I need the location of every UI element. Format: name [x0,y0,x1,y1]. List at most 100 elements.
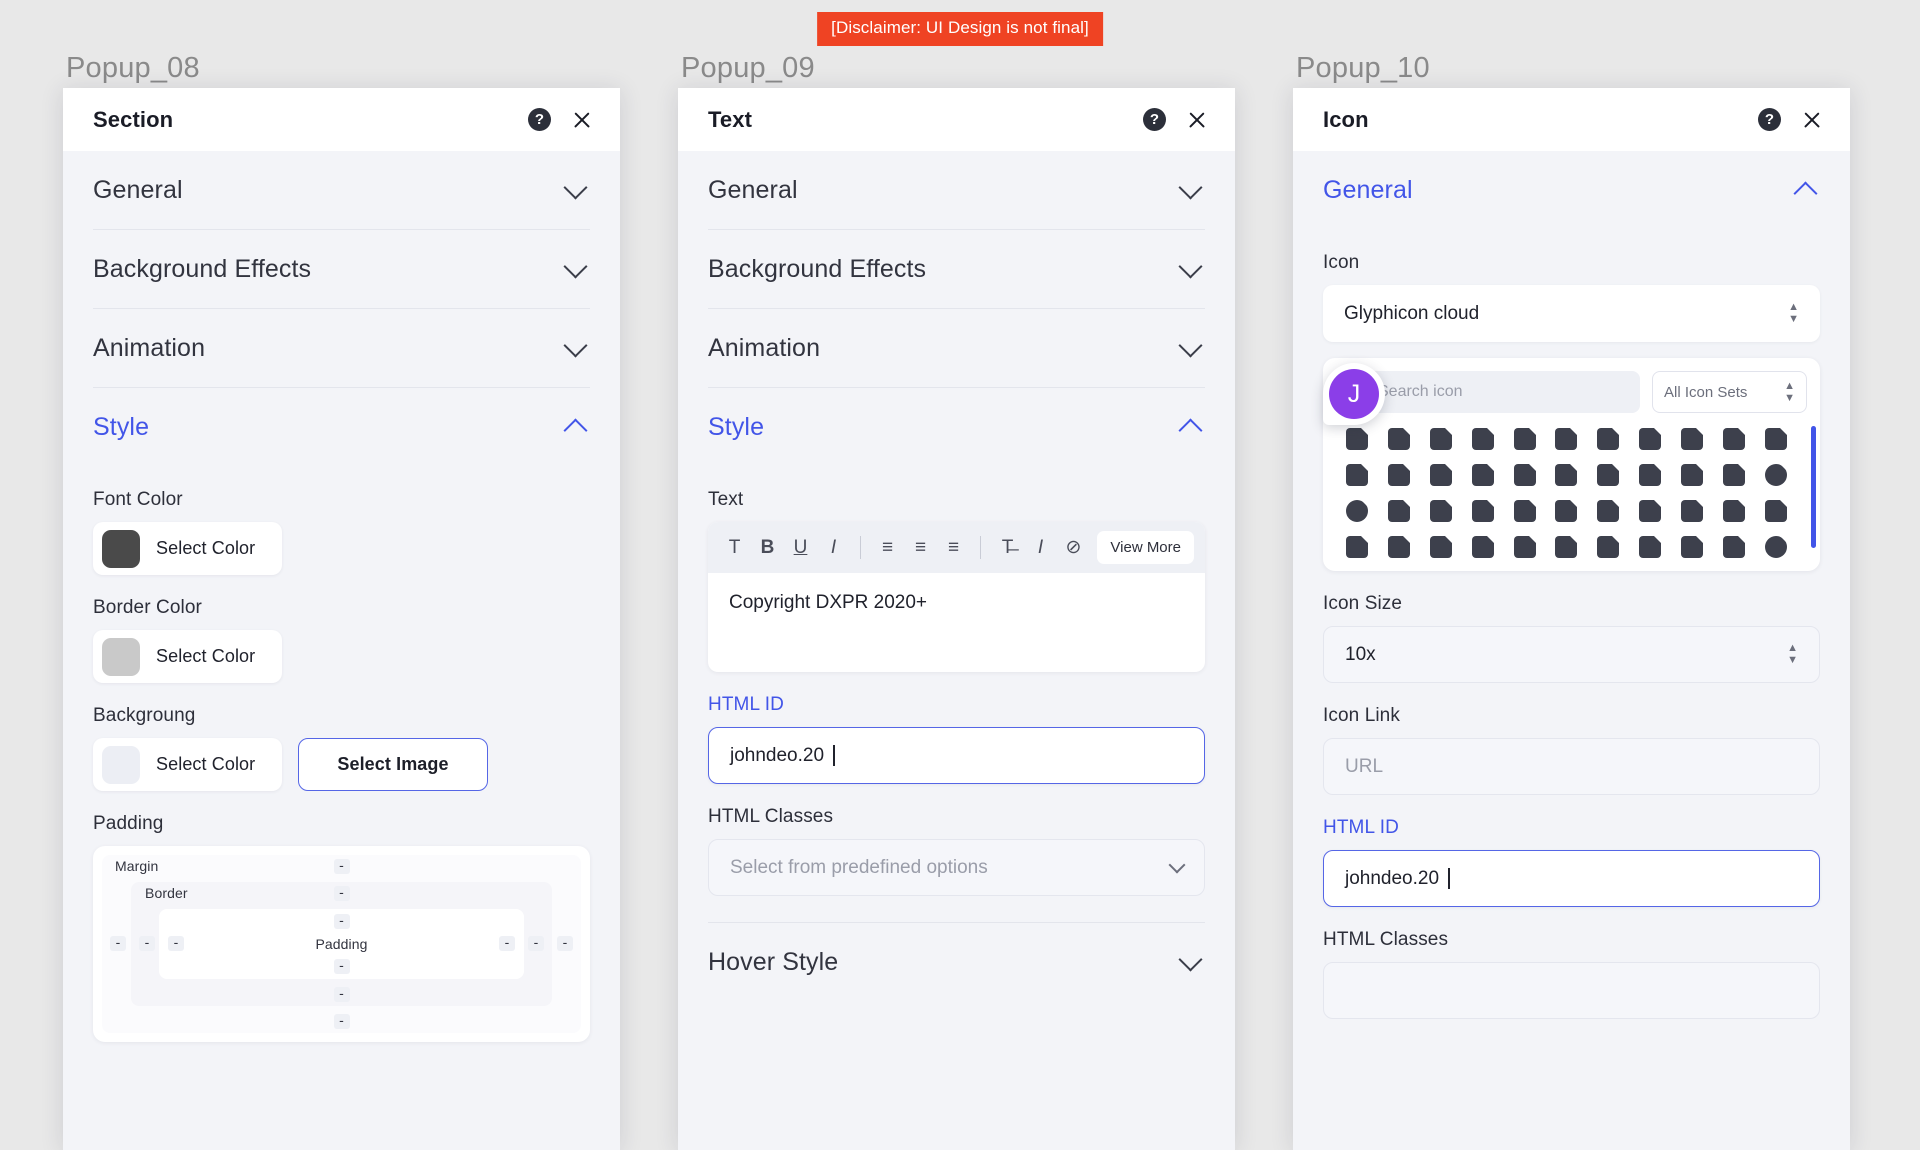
glyph-icon[interactable] [1765,464,1787,486]
glyph-icon[interactable] [1723,536,1745,558]
border-color-swatch[interactable] [102,638,140,676]
accordion-general[interactable]: General [93,151,590,230]
glyph-icon[interactable] [1639,428,1661,450]
padding-right-input[interactable]: - [499,936,515,951]
padding-top-input[interactable]: - [334,914,350,929]
glyph-icon[interactable] [1765,428,1787,450]
background-color-swatch[interactable] [102,746,140,784]
accordion-general[interactable]: General [1323,151,1820,230]
accordion-hover-style[interactable]: Hover Style [708,922,1205,1001]
glyph-icon[interactable] [1514,464,1536,486]
icon-select-input[interactable]: Glyphicon cloud ▲▼ [1323,285,1820,342]
stepper-icon[interactable]: ▲▼ [1788,304,1799,323]
glyph-icon[interactable] [1639,536,1661,558]
accordion-style[interactable]: Style [708,388,1205,467]
stepper-icon[interactable]: ▲▼ [1787,645,1798,664]
glyph-icon[interactable] [1430,536,1452,558]
glyph-icon[interactable] [1472,428,1494,450]
clear-format-icon[interactable]: T̶ [992,532,1023,563]
glyph-icon[interactable] [1346,464,1368,486]
glyph-icon[interactable] [1765,536,1787,558]
glyph-icon[interactable] [1597,500,1619,522]
unlink-icon[interactable]: ⊘ [1058,532,1089,563]
margin-right-input[interactable]: - [557,936,573,951]
padding-bottom-input[interactable]: - [334,959,350,974]
glyph-icon[interactable] [1430,428,1452,450]
icon-size-input[interactable]: 10x ▲▼ [1323,626,1820,683]
help-icon[interactable]: ? [528,108,551,131]
icon-grid-scrollbar[interactable] [1811,426,1816,548]
glyph-icon[interactable] [1388,500,1410,522]
padding-left-input[interactable]: - [168,936,184,951]
glyph-icon[interactable] [1597,464,1619,486]
glyph-icon[interactable] [1514,428,1536,450]
glyph-icon[interactable] [1597,536,1619,558]
glyph-icon[interactable] [1430,500,1452,522]
glyph-icon[interactable] [1555,536,1577,558]
text-format-icon[interactable]: T [719,532,750,563]
editor-content[interactable]: Copyright DXPR 2020+ [708,573,1205,672]
accordion-background-effects[interactable]: Background Effects [708,230,1205,309]
select-image-button[interactable]: Select Image [298,738,488,791]
accordion-animation[interactable]: Animation [708,309,1205,388]
glyph-icon[interactable] [1681,464,1703,486]
icon-sets-select[interactable]: All Icon Sets ▲▼ [1652,371,1807,413]
text-height-icon[interactable]: I [1025,532,1056,563]
stepper-icon[interactable]: ▲▼ [1784,383,1795,402]
glyph-icon[interactable] [1681,536,1703,558]
accordion-animation[interactable]: Animation [93,309,590,388]
align-left-icon[interactable]: ≡ [872,532,903,563]
html-classes-select[interactable]: Select from predefined options [708,839,1205,896]
close-icon[interactable] [571,109,593,131]
glyph-icon[interactable] [1514,536,1536,558]
glyph-icon[interactable] [1472,500,1494,522]
accordion-background-effects[interactable]: Background Effects [93,230,590,309]
accordion-general[interactable]: General [708,151,1205,230]
align-center-icon[interactable]: ≡ [905,532,936,563]
glyph-icon[interactable] [1681,428,1703,450]
html-id-input[interactable]: johndeo.20 [1323,850,1820,907]
glyph-icon[interactable] [1555,428,1577,450]
margin-top-input[interactable]: - [334,859,350,874]
html-id-input[interactable]: johndeo.20 [708,727,1205,784]
underline-icon[interactable]: U [785,532,816,563]
help-icon[interactable]: ? [1143,108,1166,131]
glyph-icon[interactable] [1472,464,1494,486]
glyph-icon[interactable] [1472,536,1494,558]
glyph-icon[interactable] [1597,428,1619,450]
italic-icon[interactable]: I [818,532,849,563]
margin-bottom-input[interactable]: - [334,1014,350,1029]
close-icon[interactable] [1801,109,1823,131]
glyph-icon[interactable] [1346,428,1368,450]
glyph-icon[interactable] [1765,500,1787,522]
glyph-icon[interactable] [1555,464,1577,486]
accordion-style[interactable]: Style [93,388,590,467]
icon-link-input[interactable]: URL [1323,738,1820,795]
bold-icon[interactable]: B [752,532,783,563]
glyph-icon[interactable] [1723,464,1745,486]
border-left-input[interactable]: - [139,936,155,951]
glyph-icon[interactable] [1430,464,1452,486]
glyph-icon[interactable] [1639,464,1661,486]
html-classes-input[interactable] [1323,962,1820,1019]
glyph-icon[interactable] [1514,500,1536,522]
glyph-icon[interactable] [1723,500,1745,522]
glyph-icon[interactable] [1555,500,1577,522]
glyph-icon[interactable] [1346,500,1368,522]
glyph-icon[interactable] [1346,536,1368,558]
margin-left-input[interactable]: - [110,936,126,951]
help-icon[interactable]: ? [1758,108,1781,131]
glyph-icon[interactable] [1723,428,1745,450]
font-color-swatch[interactable] [102,530,140,568]
background-color-picker[interactable]: Select Color [93,738,282,791]
glyph-icon[interactable] [1681,500,1703,522]
border-right-input[interactable]: - [528,936,544,951]
view-more-button[interactable]: View More [1097,531,1194,564]
glyph-icon[interactable] [1388,464,1410,486]
border-color-picker[interactable]: Select Color [93,630,282,683]
glyph-icon[interactable] [1388,536,1410,558]
align-right-icon[interactable]: ≡ [938,532,969,563]
border-top-input[interactable]: - [334,886,350,901]
close-icon[interactable] [1186,109,1208,131]
glyph-icon[interactable] [1639,500,1661,522]
